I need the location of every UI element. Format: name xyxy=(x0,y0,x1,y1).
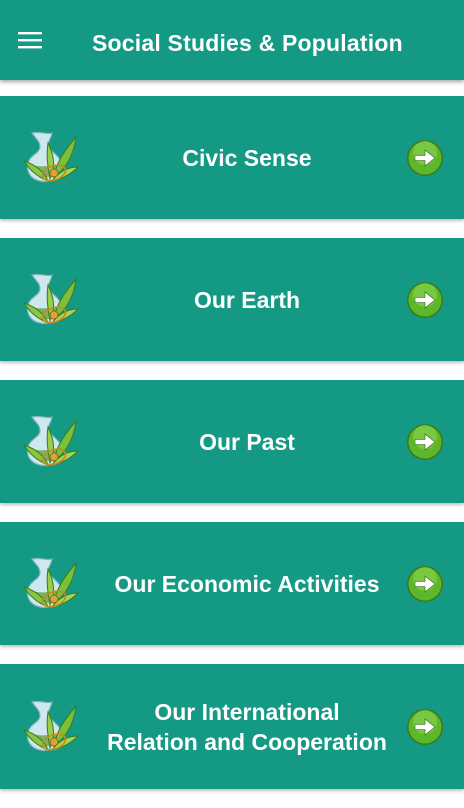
topic-label: Our Past xyxy=(90,380,404,503)
topic-label: Our Earth xyxy=(90,238,404,361)
topic-label-line: Relation and Cooperation xyxy=(107,728,387,755)
topic-label-line: Civic Sense xyxy=(182,144,312,171)
arrow-right-icon[interactable] xyxy=(406,708,444,746)
topic-label-line: Our Past xyxy=(199,428,295,455)
arrow-right-icon[interactable] xyxy=(406,281,444,319)
topic-label-line: Our International xyxy=(154,698,340,725)
plant-globe-icon xyxy=(18,125,84,191)
topic-label-line: Our Economic Activities xyxy=(114,570,380,597)
plant-globe-icon xyxy=(18,551,84,617)
plant-globe-icon xyxy=(18,694,84,760)
topic-list: Civic Sense Our Earth Our Past Our Econo… xyxy=(0,96,464,808)
topic-card-our-economic-activities[interactable]: Our Economic Activities xyxy=(0,522,464,645)
topic-card-our-international-relation[interactable]: Our International Relation and Cooperati… xyxy=(0,664,464,789)
topic-label-line: Our Earth xyxy=(193,286,301,313)
topic-label: Civic Sense xyxy=(90,96,404,219)
topic-label: Our International Relation and Cooperati… xyxy=(90,664,404,789)
arrow-right-icon[interactable] xyxy=(406,423,444,461)
plant-globe-icon xyxy=(18,409,84,475)
topic-card-our-past[interactable]: Our Past xyxy=(0,380,464,503)
arrow-right-icon[interactable] xyxy=(406,139,444,177)
topic-card-civic-sense[interactable]: Civic Sense xyxy=(0,96,464,219)
topic-card-our-earth[interactable]: Our Earth xyxy=(0,238,464,361)
topic-label: Our Economic Activities xyxy=(90,522,404,645)
page-title: Social Studies & Population xyxy=(92,30,403,56)
menu-button[interactable] xyxy=(10,22,50,58)
app-bar: Social Studies & Population xyxy=(0,0,464,80)
plant-globe-icon xyxy=(18,267,84,333)
arrow-right-icon[interactable] xyxy=(406,565,444,603)
hamburger-menu-icon[interactable] xyxy=(17,30,43,50)
